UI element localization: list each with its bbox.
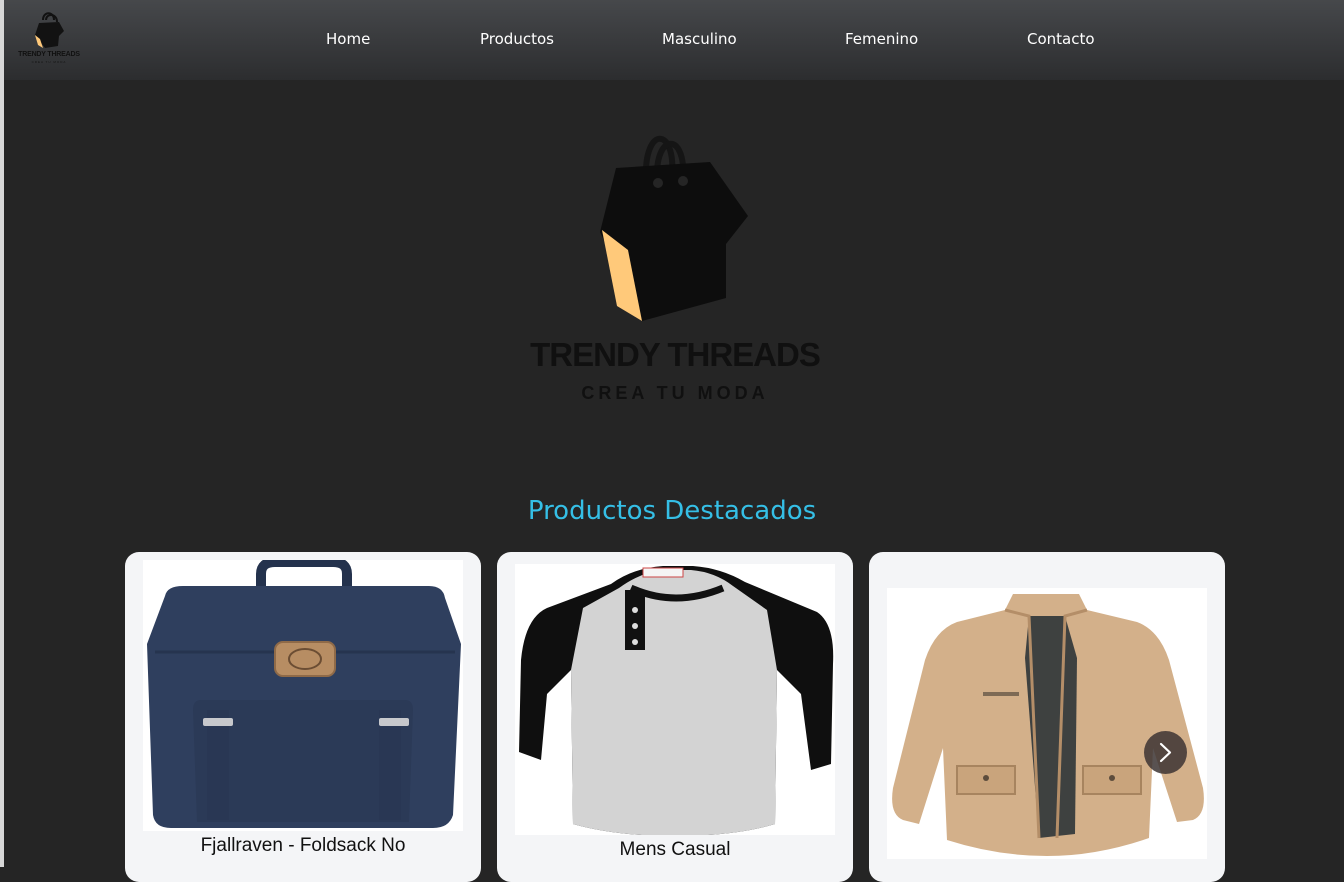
backpack-image (147, 557, 461, 828)
nav-link-productos[interactable]: Productos (480, 30, 554, 48)
product-title[interactable]: Fjallraven - Foldsack No (125, 834, 481, 858)
product-title[interactable]: Mens Casual (497, 838, 853, 862)
nav-link-contacto[interactable]: Contacto (1027, 30, 1095, 48)
hero-subtitle: CREA TU MODA (581, 383, 769, 403)
chevron-right-icon (1159, 742, 1172, 763)
hero-title: TRENDY THREADS (530, 336, 821, 373)
nav-logo-text: TRENDY THREADS (18, 51, 80, 58)
nav-link-femenino[interactable]: Femenino (845, 30, 918, 48)
shopping-bag-shirt-icon (600, 135, 748, 321)
carousel-next-button[interactable] (1144, 731, 1187, 774)
product-image-backpack[interactable] (143, 557, 463, 831)
shopping-bag-shirt-icon (35, 12, 64, 48)
product-card[interactable]: Fjallraven - Foldsack No (125, 552, 481, 882)
hero-logo: TRENDY THREADS CREA TU MODA (520, 120, 830, 420)
nav-link-masculino[interactable]: Masculino (662, 30, 737, 48)
navbar: TRENDY THREADS CREA TU MODA Home Product… (0, 0, 1344, 80)
product-card[interactable] (869, 552, 1225, 882)
product-card[interactable]: Mens Casual (497, 552, 853, 882)
product-image-jacket[interactable] (887, 588, 1207, 859)
nav-logo-subtext: CREA TU MODA (31, 60, 67, 64)
nav-logo[interactable]: TRENDY THREADS CREA TU MODA (18, 10, 80, 66)
nav-link-home[interactable]: Home (326, 30, 370, 48)
product-image-shirt[interactable] (515, 564, 835, 836)
window-edge (0, 0, 4, 867)
raglan-shirt-image (519, 566, 834, 836)
jacket-image (892, 594, 1204, 856)
section-title: Productos Destacados (527, 496, 817, 526)
